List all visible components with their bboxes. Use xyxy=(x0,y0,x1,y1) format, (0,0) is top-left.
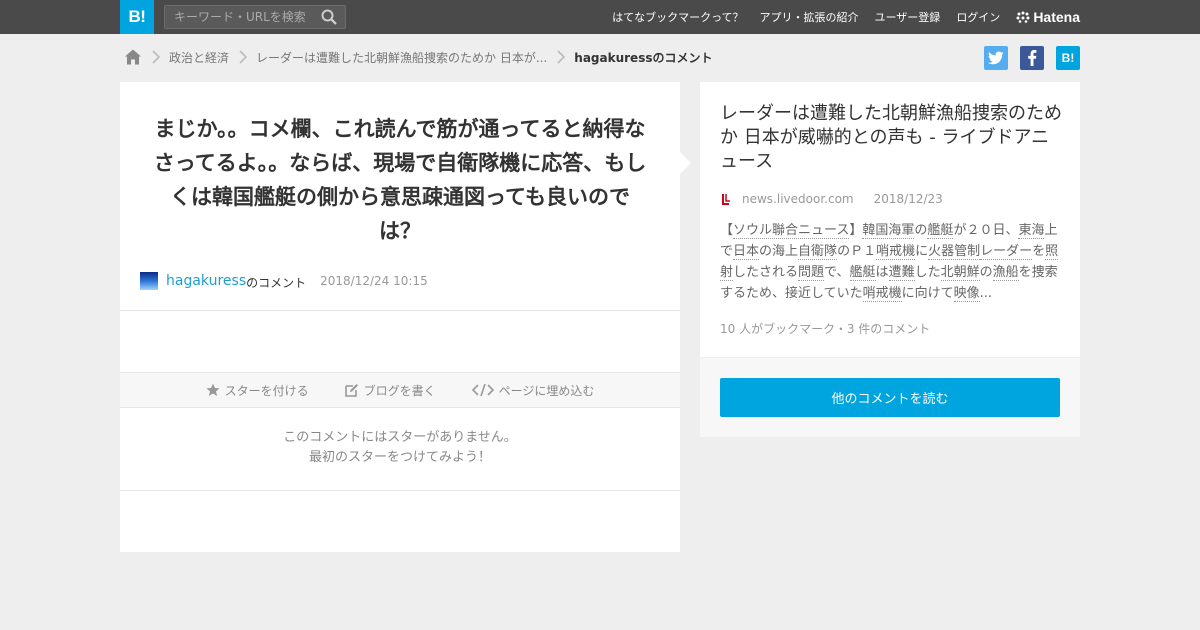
write-blog-button[interactable]: ブログを書く xyxy=(344,382,436,399)
livedoor-favicon-icon xyxy=(722,194,730,205)
write-blog-label: ブログを書く xyxy=(363,383,436,398)
entry-summary: 【ソウル聯合ニュース】韓国海軍の艦艇が２０日、東海上で日本の海上自衛隊のＰ１哨戒… xyxy=(720,220,1062,304)
keyword-link[interactable]: 哨戒機 xyxy=(862,286,902,302)
summary-text: した xyxy=(914,265,941,280)
home-icon[interactable] xyxy=(124,48,142,66)
keyword-link[interactable]: 韓国海軍 xyxy=(862,223,915,239)
summary-text: を xyxy=(1032,244,1046,259)
keyword-link[interactable]: 哨戒機 xyxy=(876,244,916,260)
chevron-right-icon xyxy=(557,50,566,64)
keyword-link[interactable]: 艦艇 xyxy=(927,223,954,239)
summary-text: の xyxy=(914,223,928,238)
chevron-right-icon xyxy=(239,50,248,64)
no-star-line1: このコメントにはスターがありません。 xyxy=(283,430,517,445)
hatena-brand-label: Hatena xyxy=(1033,9,1080,25)
facebook-icon xyxy=(1028,50,1037,66)
entry-date: 2018/12/23 xyxy=(873,192,943,206)
avatar[interactable] xyxy=(140,272,158,290)
nav-apps[interactable]: アプリ・拡張の紹介 xyxy=(760,9,859,25)
keyword-link[interactable]: 日本 xyxy=(733,244,760,260)
add-star-button[interactable]: スターを付ける xyxy=(205,382,309,399)
comment-author-row: hagakuress のコメント 2018/12/24 10:15 xyxy=(140,271,428,291)
keyword-link[interactable]: ソウル聯合ニュース xyxy=(733,223,850,239)
keyword-link[interactable]: 遭難 xyxy=(888,265,915,281)
facebook-share-button[interactable] xyxy=(1020,46,1044,70)
keyword-link[interactable]: 火器管制 xyxy=(928,244,981,260)
breadcrumb-current: hagakuressのコメント xyxy=(574,50,713,65)
summary-text: したされる xyxy=(733,265,799,280)
search-input[interactable] xyxy=(165,6,315,28)
keyword-link[interactable]: 艦艇 xyxy=(849,265,876,281)
summary-text: ... xyxy=(979,286,993,301)
entry-meta: news.livedoor.com 2018/12/23 xyxy=(720,192,943,206)
entry-domain[interactable]: news.livedoor.com xyxy=(742,192,854,206)
author-name-link[interactable]: hagakuress xyxy=(166,273,246,289)
comment-card: まじか。。コメ欄、これ読んで筋が通ってると納得なさってるよ。。ならば、現場で自衛… xyxy=(120,82,680,552)
keyword-link[interactable]: 映像 xyxy=(953,286,980,302)
keyword-link[interactable]: 自衛隊 xyxy=(798,244,838,260)
entry-title-link[interactable]: レーダーは遭難した北朝鮮漁船捜索のためか 日本が威嚇的との声も - ライブドアニ… xyxy=(720,102,1065,174)
chevron-right-icon xyxy=(152,50,161,64)
divider xyxy=(120,310,680,311)
hatena-bookmark-logo[interactable]: B! xyxy=(120,0,154,34)
comment-text: まじか。。コメ欄、これ読んで筋が通ってると納得なさってるよ。。ならば、現場で自衛… xyxy=(153,117,647,243)
summary-text: に向けて xyxy=(901,286,954,301)
read-other-comments-button[interactable]: 他のコメントを読む xyxy=(720,378,1060,417)
embed-button[interactable]: ページに埋め込む xyxy=(471,382,595,399)
search-icon[interactable] xyxy=(321,9,337,25)
summary-text: 【 xyxy=(720,223,734,238)
keyword-link[interactable]: 東海 xyxy=(1018,223,1045,239)
comment-action-bar: スターを付ける ブログを書く ページに埋め込む xyxy=(120,372,680,408)
author-suffix: のコメント xyxy=(246,275,307,290)
summary-text: の xyxy=(979,265,993,280)
code-icon xyxy=(471,383,494,397)
summary-text: 】 xyxy=(849,223,863,238)
summary-text: が２０日、 xyxy=(953,223,1019,238)
search-box xyxy=(164,5,346,29)
twitter-icon xyxy=(988,51,1004,65)
top-nav: はてなブックマークって？ アプリ・拡張の紹介 ユーザー登録 ログイン Haten… xyxy=(596,0,1080,34)
top-bar: B! はてなブックマークって？ アプリ・拡張の紹介 ユーザー登録 ログイン Ha… xyxy=(0,0,1200,34)
keyword-link[interactable]: 問題 xyxy=(798,265,825,281)
share-buttons: B! xyxy=(972,46,1080,70)
hatena-dots-icon xyxy=(1016,11,1030,23)
hatena-brand-link[interactable]: Hatena xyxy=(1016,9,1080,25)
entry-footer: 他のコメントを読む xyxy=(700,357,1080,437)
summary-text: は xyxy=(875,265,889,280)
embed-label: ページに埋め込む xyxy=(498,383,595,398)
nav-about[interactable]: はてなブックマークって？ xyxy=(612,9,743,25)
star-icon xyxy=(205,383,220,396)
twitter-share-button[interactable] xyxy=(984,46,1008,70)
breadcrumb-entry[interactable]: レーダーは遭難した北朝鮮漁船捜索のためか 日本が... xyxy=(256,49,547,66)
keyword-link[interactable]: 漁船 xyxy=(992,265,1019,281)
breadcrumb: 政治と経済 レーダーは遭難した北朝鮮漁船捜索のためか 日本が... hagaku… xyxy=(124,46,712,68)
keyword-link[interactable]: 北朝鮮 xyxy=(940,265,980,281)
keyword-link[interactable]: レーダー xyxy=(980,244,1033,260)
hatena-bookmark-share-label: B! xyxy=(1061,51,1075,65)
entry-counts[interactable]: 10 人がブックマーク・3 件のコメント xyxy=(720,320,930,337)
speech-pointer xyxy=(680,152,691,174)
hatena-bookmark-share-button[interactable]: B! xyxy=(1056,46,1080,70)
comment-date[interactable]: 2018/12/24 10:15 xyxy=(320,274,428,288)
nav-register[interactable]: ユーザー登録 xyxy=(875,9,941,25)
entry-card: レーダーは遭難した北朝鮮漁船捜索のためか 日本が威嚇的との声も - ライブドアニ… xyxy=(700,82,1080,437)
no-star-message: このコメントにはスターがありません。 最初のスターをつけてみよう！ xyxy=(120,428,680,468)
summary-text: の海上 xyxy=(759,244,799,259)
summary-text: に xyxy=(915,244,929,259)
summary-text: のＰ１ xyxy=(837,244,877,259)
add-star-label: スターを付ける xyxy=(224,383,309,398)
no-star-line2: 最初のスターをつけてみよう！ xyxy=(308,450,491,465)
divider xyxy=(120,490,680,491)
breadcrumb-category[interactable]: 政治と経済 xyxy=(169,49,229,66)
summary-text: で、 xyxy=(824,265,850,280)
nav-login[interactable]: ログイン xyxy=(956,9,1000,25)
edit-icon xyxy=(344,384,358,397)
